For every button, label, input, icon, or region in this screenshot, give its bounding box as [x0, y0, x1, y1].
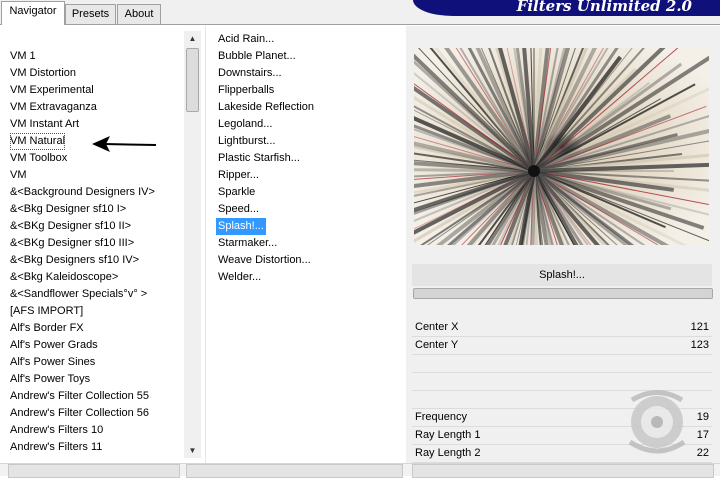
filter-item[interactable]: Lightburst... — [218, 133, 275, 150]
progress-bar — [413, 288, 713, 299]
filter-item[interactable]: Lakeside Reflection — [218, 99, 314, 116]
param-center-y[interactable]: Center Y 123 — [412, 337, 712, 355]
category-item[interactable]: VM Natural — [10, 133, 66, 150]
filter-item[interactable]: Legoland... — [218, 116, 272, 133]
filter-item[interactable]: Ripper... — [218, 167, 259, 184]
category-item[interactable]: Andrew's Filters 10 — [10, 422, 103, 439]
param-label: Center X — [415, 321, 459, 333]
bottom-button[interactable] — [412, 464, 714, 478]
param-label: Frequency — [415, 411, 467, 423]
bottom-toolbar — [0, 463, 720, 478]
filter-item[interactable]: Speed... — [218, 201, 259, 218]
category-item[interactable]: [AFS IMPORT] — [10, 303, 83, 320]
category-item[interactable]: VM — [10, 167, 27, 184]
annotation-arrow-icon — [92, 136, 157, 152]
scroll-thumb[interactable] — [186, 48, 199, 112]
tab-presets[interactable]: Presets — [65, 4, 116, 24]
category-item[interactable]: Andrew's Filters 11 — [10, 439, 102, 456]
category-item[interactable]: VM Extravaganza — [10, 99, 97, 116]
category-item[interactable]: Alf's Border FX — [10, 320, 84, 337]
category-item[interactable]: &<Bkg Designer sf10 I> — [10, 201, 126, 218]
tab-navigator[interactable]: Navigator — [1, 1, 65, 25]
tab-about[interactable]: About — [117, 4, 161, 24]
filter-item[interactable]: Acid Rain... — [218, 31, 274, 48]
category-item[interactable]: &<Background Designers IV> — [10, 184, 155, 201]
category-item[interactable]: VM Instant Art — [10, 116, 79, 133]
param-label: Ray Length 2 — [415, 447, 481, 459]
category-item[interactable]: &<Bkg Designers sf10 IV> — [10, 252, 139, 269]
category-item[interactable]: Alf's Power Grads — [10, 337, 98, 354]
filter-item[interactable]: Weave Distortion... — [218, 252, 311, 269]
category-item[interactable]: &<BKg Designer sf10 II> — [10, 218, 131, 235]
app-title: Filters Unlimited 2.0 — [516, 0, 692, 15]
category-item[interactable]: VM 1 — [10, 48, 36, 65]
category-scrollbar[interactable]: ▲ ▼ — [184, 31, 201, 458]
category-item[interactable]: VM Toolbox — [10, 150, 67, 167]
filter-item[interactable]: Splash!... — [216, 218, 266, 235]
param-label: Center Y — [415, 339, 459, 351]
param-value: 121 — [690, 321, 709, 333]
category-item[interactable]: VM Distortion — [10, 65, 76, 82]
filter-item[interactable]: Sparkle — [218, 184, 255, 201]
filter-item[interactable]: Starmaker... — [218, 235, 277, 252]
bottom-button[interactable] — [8, 464, 180, 478]
tab-bar: Navigator Presets About Filters Unlimite… — [0, 0, 720, 25]
app-banner: Filters Unlimited 2.0 — [413, 0, 720, 16]
param-empty-slot — [412, 355, 712, 373]
filter-item[interactable]: Plastic Starfish... — [218, 150, 300, 167]
category-item[interactable]: Andrew's Filter Collection 56 — [10, 405, 149, 422]
filter-item[interactable]: Welder... — [218, 269, 261, 286]
category-item[interactable]: VM Experimental — [10, 82, 94, 99]
category-item[interactable]: &<BKg Designer sf10 III> — [10, 235, 134, 252]
category-item[interactable]: Andrew's Filter Collection 55 — [10, 388, 149, 405]
category-item[interactable]: &<Sandflower Specials°v° > — [10, 286, 147, 303]
filter-item[interactable]: Bubble Planet... — [218, 48, 296, 65]
scroll-down-icon[interactable]: ▼ — [184, 443, 201, 458]
column-divider — [205, 26, 206, 475]
param-value: 123 — [690, 339, 709, 351]
scroll-up-icon[interactable]: ▲ — [184, 31, 201, 46]
filter-item[interactable]: Flipperballs — [218, 82, 274, 99]
filter-item[interactable]: Downstairs... — [218, 65, 282, 82]
category-item[interactable]: Alf's Power Toys — [10, 371, 90, 388]
param-label: Ray Length 1 — [415, 429, 481, 441]
preview-image[interactable] — [414, 48, 709, 245]
watermark-logo — [628, 390, 686, 454]
category-item[interactable]: &<Bkg Kaleidoscope> — [10, 269, 118, 286]
category-item[interactable]: Alf's Power Sines — [10, 354, 95, 371]
param-center-x[interactable]: Center X 121 — [412, 319, 712, 337]
current-filter-title: Splash!... — [412, 264, 712, 286]
bottom-button[interactable] — [186, 464, 403, 478]
